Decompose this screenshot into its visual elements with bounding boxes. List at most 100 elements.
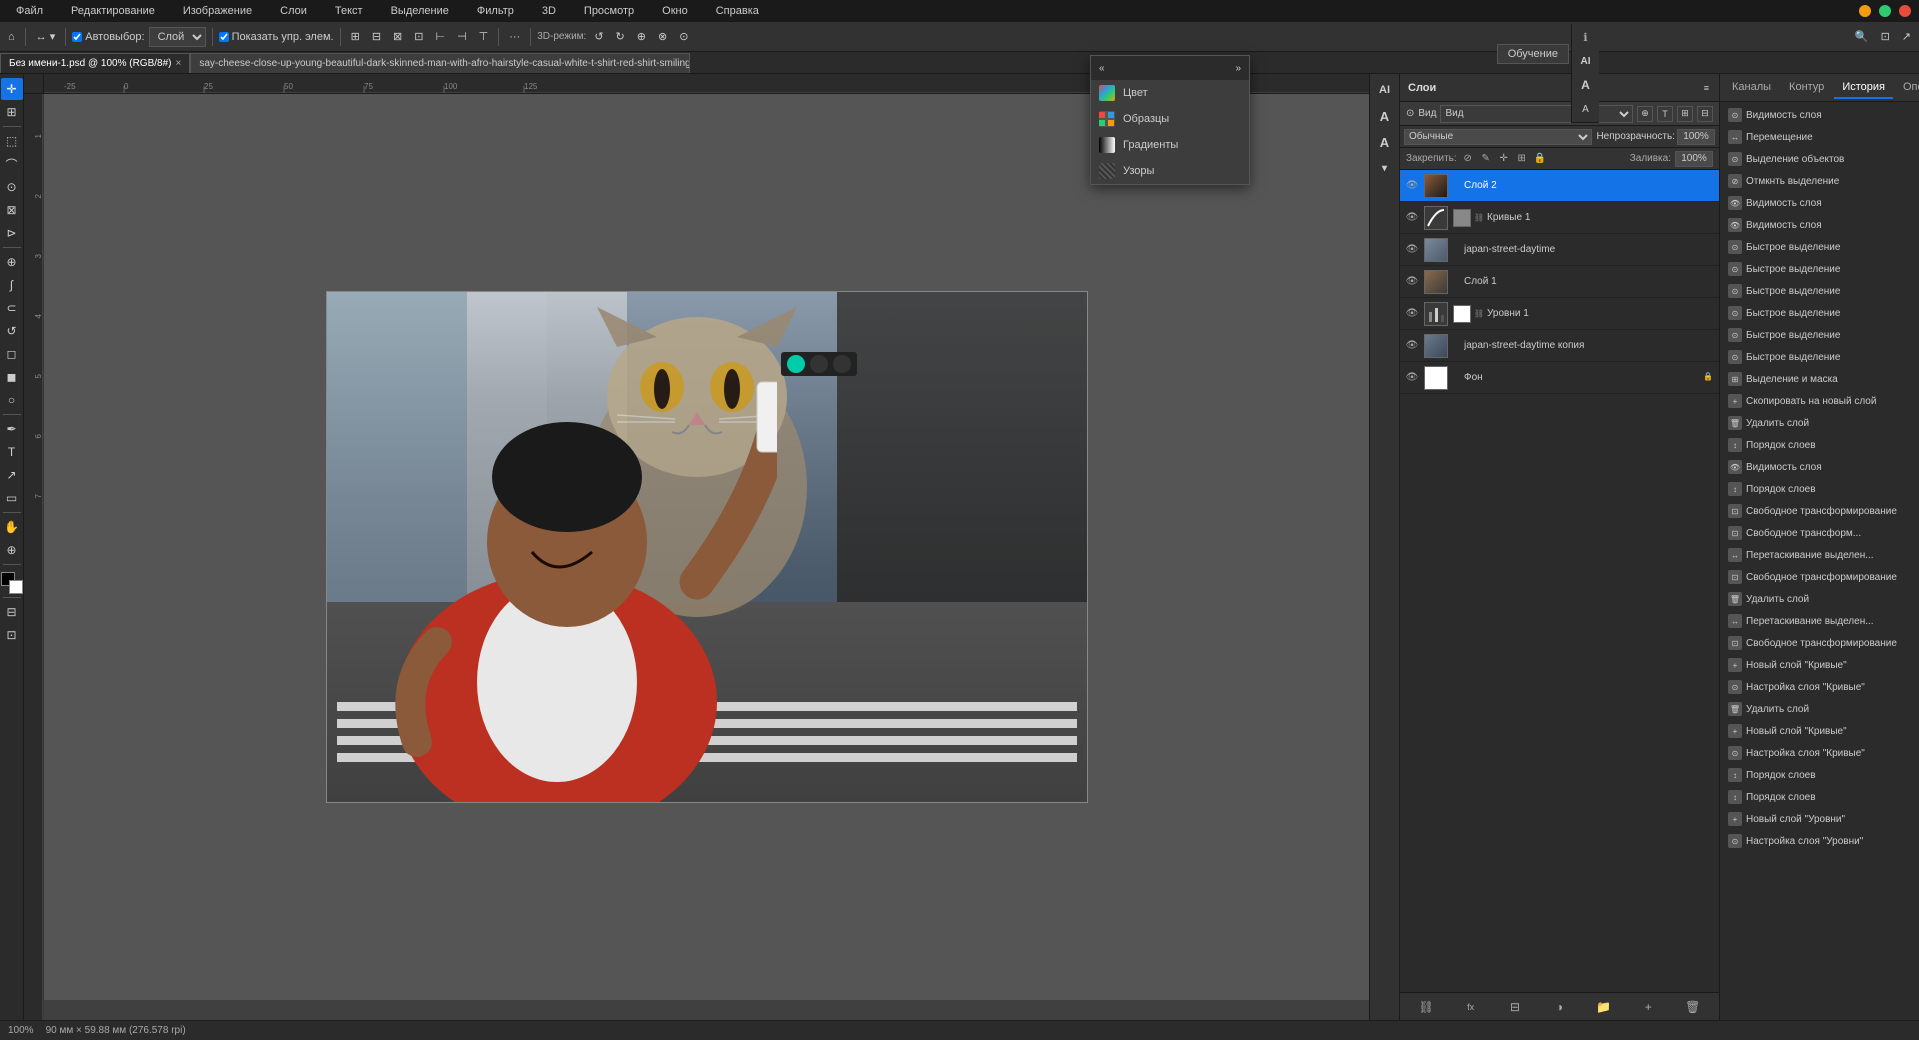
align-left[interactable]: ⊞ [347, 26, 364, 48]
menu-edit[interactable]: Редактирование [63, 3, 163, 19]
quick-mask-tool[interactable]: ⊟ [1, 601, 23, 623]
history-item[interactable]: ⊙ Настройка слоя "Уровни" [1720, 830, 1919, 852]
maximize-button[interactable] [1879, 5, 1891, 17]
lock-artboards[interactable]: ⊞ [1515, 152, 1529, 166]
zoom-tool[interactable]: ⊕ [1, 539, 23, 561]
blend-mode-select[interactable]: Обычные [1404, 129, 1592, 145]
tab-psd[interactable]: Без имени-1.psd @ 100% (RGB/8#) × [0, 53, 190, 73]
roll-3d[interactable]: ⊙ [675, 26, 692, 48]
history-item[interactable]: + Скопировать на новый слой [1720, 390, 1919, 412]
lock-transparent[interactable]: ⊘ [1461, 152, 1475, 166]
background-color[interactable] [9, 580, 23, 594]
menu-view[interactable]: Просмотр [576, 3, 642, 19]
eyedropper-tool[interactable]: ⊳ [1, 222, 23, 244]
history-item[interactable]: ⊡ Свободное трансформ... [1720, 522, 1919, 544]
clone-stamp-tool[interactable]: ⊂ [1, 297, 23, 319]
right-icon-ai[interactable]: AI [1575, 50, 1597, 72]
type-tool[interactable]: T [1, 441, 23, 463]
autoselect-type[interactable]: Слой [149, 27, 206, 47]
menu-filter[interactable]: Фильтр [469, 3, 522, 19]
dropdown-item-swatches[interactable]: Образцы [1091, 106, 1249, 132]
history-item[interactable]: + Новый слой "Кривые" [1720, 720, 1919, 742]
filter-options[interactable]: ⊕ [1637, 106, 1653, 122]
layer-fx-button[interactable]: fx [1461, 997, 1481, 1017]
rotate-3d[interactable]: ↺ [590, 26, 607, 48]
filter-type[interactable]: T [1657, 106, 1673, 122]
menu-window[interactable]: Окно [654, 3, 696, 19]
lock-position[interactable]: ✛ [1497, 152, 1511, 166]
artboard-tool[interactable]: ⊞ [1, 101, 23, 123]
tab-channels[interactable]: Каналы [1724, 77, 1779, 99]
ai-button[interactable]: AI [1373, 78, 1397, 102]
layer-link-button[interactable]: ⛓ [1416, 997, 1436, 1017]
align-center-h[interactable]: ⊟ [368, 26, 385, 48]
menu-help[interactable]: Справка [708, 3, 767, 19]
history-item[interactable]: ⊙ Быстрое выделение [1720, 258, 1919, 280]
layer-eye-fon[interactable]: 👁 [1404, 370, 1420, 386]
history-item[interactable]: 🗑 Удалить слой [1720, 588, 1919, 610]
tab-history[interactable]: История [1834, 77, 1893, 99]
ai-text-button[interactable]: A [1373, 104, 1397, 128]
dropdown-expand-left[interactable]: « [1099, 63, 1105, 74]
layer-eye-levels1[interactable]: 👁 [1404, 306, 1420, 322]
history-item[interactable]: ↔ Перетаскивание выделен... [1720, 544, 1919, 566]
layer-item-fon[interactable]: 👁 Фон 🔒 [1400, 362, 1719, 394]
workspace-button[interactable]: ⊡ [1877, 26, 1894, 48]
gradient-tool[interactable]: ◼ [1, 366, 23, 388]
align-right[interactable]: ⊠ [389, 26, 406, 48]
show-transform-checkbox[interactable]: Показать упр. элем. [219, 31, 334, 43]
history-item[interactable]: ⊡ Свободное трансформирование [1720, 632, 1919, 654]
layer-delete-button[interactable]: 🗑 [1683, 997, 1703, 1017]
close-button[interactable] [1899, 5, 1911, 17]
history-item[interactable]: ⊙ Настройка слоя "Кривые" [1720, 676, 1919, 698]
history-item[interactable]: 👁 Видимость слоя [1720, 456, 1919, 478]
layer-folder-button[interactable]: 📁 [1594, 997, 1614, 1017]
history-item[interactable]: ⊙ Быстрое выделение [1720, 346, 1919, 368]
tab-psd-close[interactable]: × [176, 58, 182, 69]
quick-select-tool[interactable]: ⊙ [1, 176, 23, 198]
history-item[interactable]: ⊙ Быстрое выделение [1720, 280, 1919, 302]
layer-new-button[interactable]: + [1638, 997, 1658, 1017]
hand-tool[interactable]: ✋ [1, 516, 23, 538]
menu-bar-items[interactable]: Файл Редактирование Изображение Слои Тек… [8, 3, 767, 19]
history-item[interactable]: 👁 Видимость слоя [1720, 214, 1919, 236]
menu-text[interactable]: Текст [327, 3, 371, 19]
layer-eye-sloy2[interactable]: 👁 [1404, 178, 1420, 194]
layer-item-levels1[interactable]: 👁 ⛓ Уровни 1 [1400, 298, 1719, 330]
layer-item-japan[interactable]: 👁 japan-street-daytime [1400, 234, 1719, 266]
dropdown-item-gradients[interactable]: Градиенты [1091, 132, 1249, 158]
history-item[interactable]: ⊡ Свободное трансформирование [1720, 500, 1919, 522]
menu-layers[interactable]: Слои [272, 3, 315, 19]
layer-item-sloy2[interactable]: 👁 Слой 2 [1400, 170, 1719, 202]
layer-adjustment-button[interactable]: ◑ [1549, 997, 1569, 1017]
layer-mask-button[interactable]: ⊟ [1505, 997, 1525, 1017]
dropdown-expand-right[interactable]: » [1235, 63, 1241, 74]
marquee-tool[interactable]: ⬚ [1, 130, 23, 152]
history-item[interactable]: ⊙ Настройка слоя "Кривые" [1720, 742, 1919, 764]
zoom-3d[interactable]: ⊕ [633, 26, 650, 48]
tab-path[interactable]: Контур [1781, 77, 1832, 99]
dolly-3d[interactable]: ⊗ [654, 26, 671, 48]
right-icon-info[interactable]: ℹ [1575, 26, 1597, 48]
history-item[interactable]: ↕ Порядок слоев [1720, 786, 1919, 808]
menu-3d[interactable]: 3D [534, 3, 564, 19]
history-item[interactable]: + Новый слой "Кривые" [1720, 654, 1919, 676]
spot-heal-tool[interactable]: ⊕ [1, 251, 23, 273]
history-item[interactable]: ⊙ Видимость слоя [1720, 104, 1919, 126]
screen-mode-tool[interactable]: ⊡ [1, 624, 23, 646]
tab-actions[interactable]: Операц [1895, 77, 1919, 99]
eraser-tool[interactable]: ◻ [1, 343, 23, 365]
history-item[interactable]: 🗑 Удалить слой [1720, 412, 1919, 434]
tab-jpg[interactable]: say-cheese-close-up-young-beautiful-dark… [190, 53, 690, 73]
home-button[interactable]: ⌂ [4, 26, 19, 48]
history-item[interactable]: ⊙ Быстрое выделение [1720, 302, 1919, 324]
dropdown-item-patterns[interactable]: Узоры [1091, 158, 1249, 184]
more-options[interactable]: ··· [505, 26, 524, 48]
layer-item-sloy1[interactable]: 👁 Слой 1 [1400, 266, 1719, 298]
pen-tool[interactable]: ✒ [1, 418, 23, 440]
share-button[interactable]: ↗ [1898, 26, 1915, 48]
path-select-tool[interactable]: ↗ [1, 464, 23, 486]
dropdown-item-color[interactable]: Цвет [1091, 80, 1249, 106]
history-brush-tool[interactable]: ↺ [1, 320, 23, 342]
lock-pixels[interactable]: ✎ [1479, 152, 1493, 166]
